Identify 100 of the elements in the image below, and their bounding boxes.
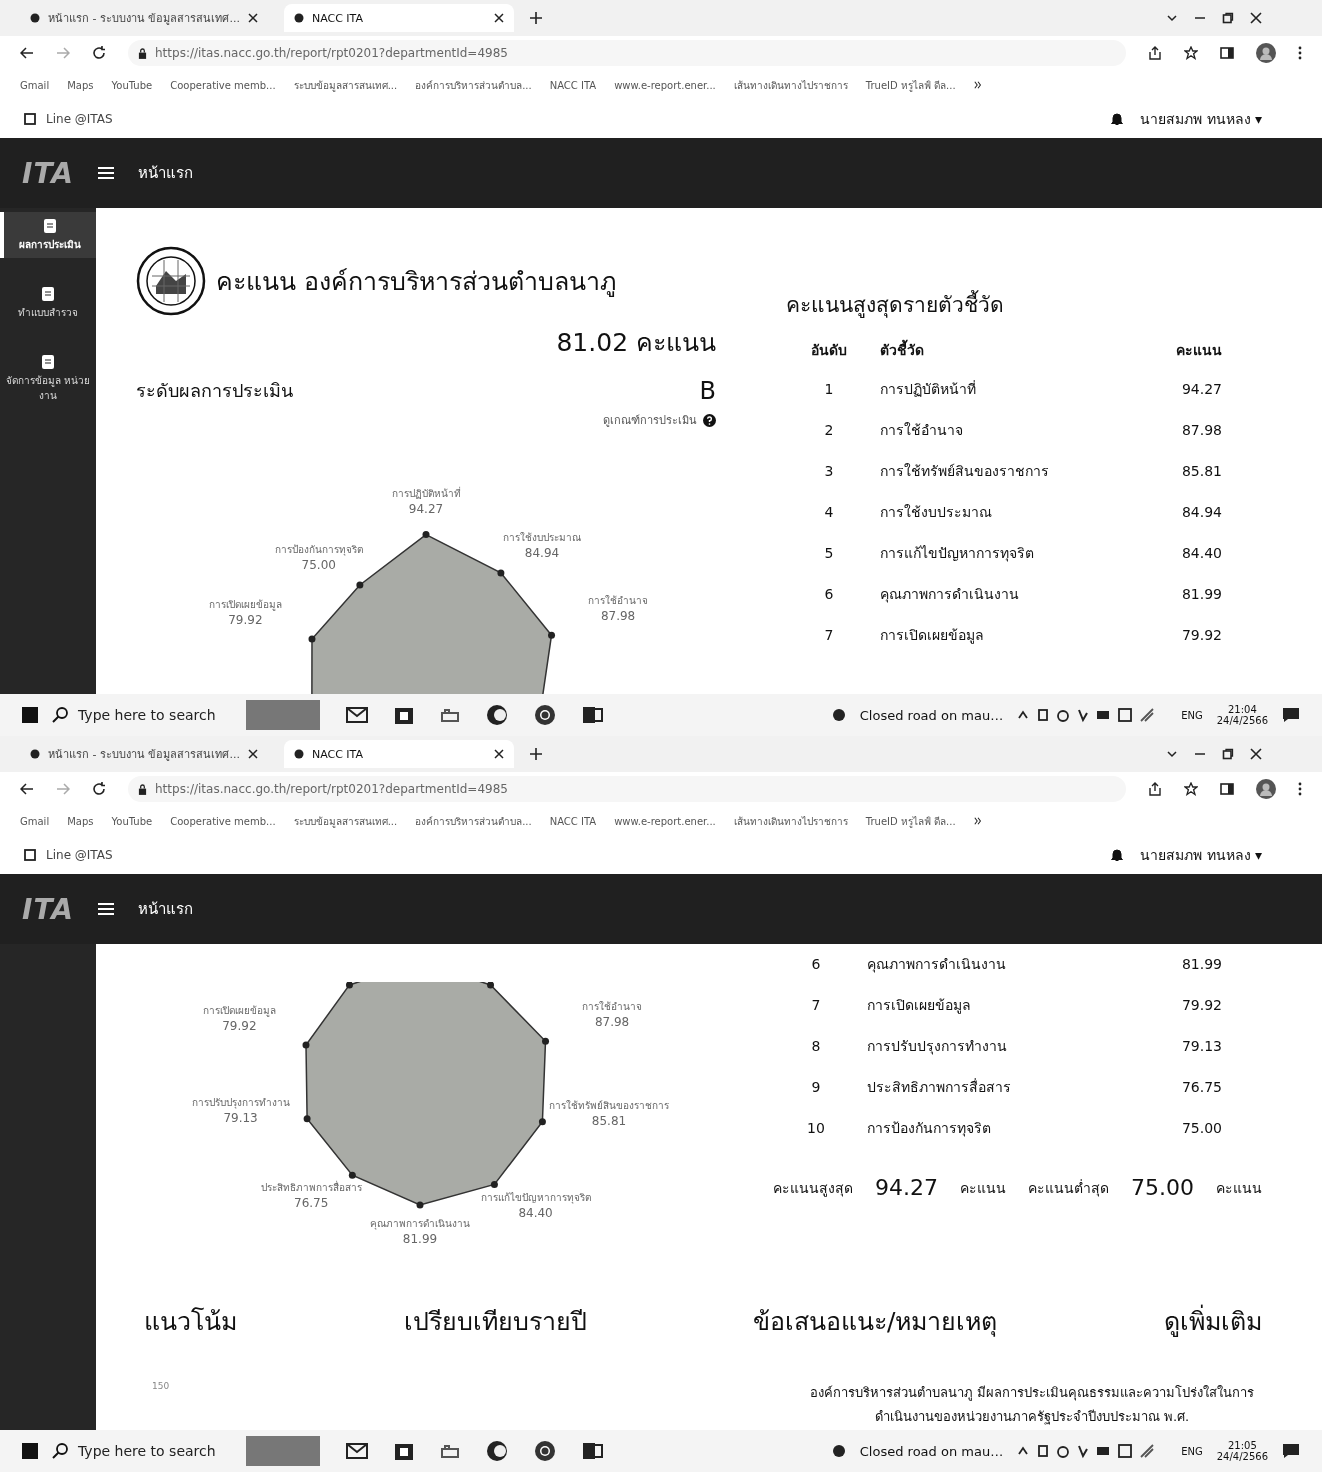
share-icon[interactable]	[1148, 46, 1162, 60]
sidebar-item[interactable]: ทำแบบสำรวจ	[0, 280, 96, 326]
avatar-icon[interactable]	[1256, 43, 1276, 63]
unit-label: คะแนน	[1216, 1178, 1262, 1198]
home-nav-link[interactable]: หน้าแรก	[138, 161, 193, 185]
windows-start-icon[interactable]	[22, 707, 38, 723]
user-menu[interactable]: นายสมภพ ทนหลง ▾	[1140, 844, 1262, 866]
bookmark-link[interactable]: YouTube	[111, 79, 153, 91]
close-icon[interactable]	[247, 749, 258, 759]
bookmark-link[interactable]: Cooperative memb...	[170, 79, 276, 91]
taskbar-search-field[interactable]: Type here to search	[52, 707, 232, 723]
bookmark-link[interactable]: NACC ITA	[549, 79, 597, 91]
menu-icon[interactable]	[98, 902, 114, 916]
bookmark-link[interactable]: ระบบข้อมูลสารสนเทศ...	[293, 813, 398, 829]
brand-logo[interactable]: ITA	[22, 156, 74, 190]
windows-start-icon[interactable]	[22, 1443, 38, 1459]
address-field[interactable]: https://itas.nacc.go.th/report/rpt0201?departmentId=4985	[128, 776, 1126, 802]
chevron-down-icon[interactable]	[1166, 12, 1178, 24]
bookmark-link[interactable]: Cooperative memb...	[170, 815, 276, 827]
bell-icon[interactable]	[1110, 112, 1125, 126]
language-indicator[interactable]: ENG	[1181, 709, 1203, 721]
back-icon[interactable]	[20, 783, 34, 795]
close-icon[interactable]	[493, 13, 504, 23]
sidebar-item[interactable]: ผลการประเมิน	[0, 212, 96, 258]
close-icon[interactable]	[1250, 748, 1262, 760]
bookmark-link[interactable]: เส้นทางเดินทางไปราชการ	[733, 813, 848, 829]
more-bookmarks-icon[interactable]	[973, 817, 982, 825]
mail-icon[interactable]	[346, 706, 368, 724]
news-widget[interactable]: Closed road on mau…	[859, 1443, 1004, 1459]
bookmark-link[interactable]: ระบบข้อมูลสารสนเทศ...	[293, 77, 398, 93]
close-icon[interactable]	[493, 749, 504, 759]
bookmark-link[interactable]: www.e-report.ener...	[614, 815, 716, 827]
address-field[interactable]: https://itas.nacc.go.th/report/rpt0201?departmentId=4985	[128, 40, 1126, 66]
grade-value: B	[699, 377, 716, 405]
bookmark-link[interactable]: NACC ITA	[549, 815, 597, 827]
line-link[interactable]: Line @ITAS	[46, 848, 113, 862]
side-panel-icon[interactable]	[1220, 782, 1234, 796]
menu-dots-icon[interactable]	[1298, 46, 1302, 60]
help-icon[interactable]	[703, 413, 716, 427]
clock-date[interactable]: 24/4/2566	[1216, 1451, 1268, 1462]
bookmark-link[interactable]: องค์การบริหารส่วนตำบล...	[415, 813, 532, 829]
news-widget[interactable]: Closed road on mau…	[859, 707, 1004, 723]
grade-label: ระดับผลการประเมิน	[136, 379, 293, 403]
clock-time[interactable]: 21:05	[1227, 1440, 1257, 1451]
menu-dots-icon[interactable]	[1298, 782, 1302, 796]
side-panel-icon[interactable]	[1220, 46, 1234, 60]
max-score-value: 94.27	[875, 1175, 938, 1200]
table-cell-text: 75.00	[1180, 1119, 1223, 1138]
folder-icon[interactable]	[440, 707, 460, 723]
restore-icon[interactable]	[1222, 748, 1234, 760]
brand-logo[interactable]: ITA	[22, 892, 74, 926]
bookmark-link[interactable]: TrueID หรูไลฟ์ ดีล...	[865, 77, 956, 93]
browser-tab[interactable]: NACC ITA	[283, 740, 514, 768]
bookmark-link[interactable]: องค์การบริหารส่วนตำบล...	[415, 77, 532, 93]
folder-icon[interactable]	[440, 1443, 460, 1459]
browser-icon[interactable]	[486, 704, 508, 726]
new-tab-icon[interactable]	[529, 12, 542, 24]
reload-icon[interactable]	[92, 782, 106, 796]
bookmark-link[interactable]: เส้นทางเดินทางไปราชการ	[733, 77, 848, 93]
star-icon[interactable]	[1184, 782, 1198, 796]
close-icon[interactable]	[1250, 12, 1262, 24]
menu-icon[interactable]	[98, 166, 114, 180]
clock-time[interactable]: 21:04	[1227, 704, 1257, 715]
language-indicator[interactable]: ENG	[1181, 1445, 1203, 1457]
line-link[interactable]: Line @ITAS	[46, 112, 113, 126]
clock-date[interactable]: 24/4/2566	[1216, 715, 1268, 726]
sidebar-item[interactable]: จัดการข้อมูล หน่วยงาน	[0, 348, 96, 409]
browser-tab[interactable]: หน้าแรก - ระบบงาน ข้อมูลสารสนเทศ...	[20, 4, 268, 32]
bookmark-link[interactable]: Maps	[67, 815, 94, 827]
mail-icon[interactable]	[346, 1442, 368, 1460]
bookmark-link[interactable]: Gmail	[20, 79, 50, 91]
bookmark-link[interactable]: Maps	[67, 79, 94, 91]
notification-icon[interactable]	[1282, 1443, 1300, 1459]
weather-icon[interactable]	[831, 1444, 846, 1458]
avatar-icon[interactable]	[1256, 779, 1276, 799]
back-icon[interactable]	[20, 47, 34, 59]
bookmark-link[interactable]: YouTube	[111, 815, 153, 827]
criteria-link[interactable]: ดูเกณฑ์การประเมิน	[603, 411, 697, 429]
browser-tab[interactable]: หน้าแรก - ระบบงาน ข้อมูลสารสนเทศ...	[20, 740, 268, 768]
bookmark-link[interactable]: www.e-report.ener...	[614, 79, 716, 91]
bell-icon[interactable]	[1110, 848, 1125, 862]
radar-axis-value: 75.00	[301, 557, 336, 572]
weather-icon[interactable]	[831, 708, 846, 722]
restore-icon[interactable]	[1222, 12, 1234, 24]
star-icon[interactable]	[1184, 46, 1198, 60]
radar-axis-label: การเปิดเผยข้อมูล	[208, 598, 282, 610]
share-icon[interactable]	[1148, 782, 1162, 796]
chevron-down-icon[interactable]	[1166, 748, 1178, 760]
close-icon[interactable]	[247, 13, 258, 23]
more-bookmarks-icon[interactable]	[973, 81, 982, 89]
home-nav-link[interactable]: หน้าแรก	[138, 897, 193, 921]
browser-tab[interactable]: NACC ITA	[283, 4, 514, 32]
new-tab-icon[interactable]	[529, 748, 542, 760]
browser-icon[interactable]	[486, 1440, 508, 1462]
taskbar-search-field[interactable]: Type here to search	[52, 1443, 232, 1459]
bookmark-link[interactable]: TrueID หรูไลฟ์ ดีล...	[865, 813, 956, 829]
bookmark-link[interactable]: Gmail	[20, 815, 50, 827]
notification-icon[interactable]	[1282, 707, 1300, 723]
user-menu[interactable]: นายสมภพ ทนหลง ▾	[1140, 108, 1262, 130]
reload-icon[interactable]	[92, 46, 106, 60]
